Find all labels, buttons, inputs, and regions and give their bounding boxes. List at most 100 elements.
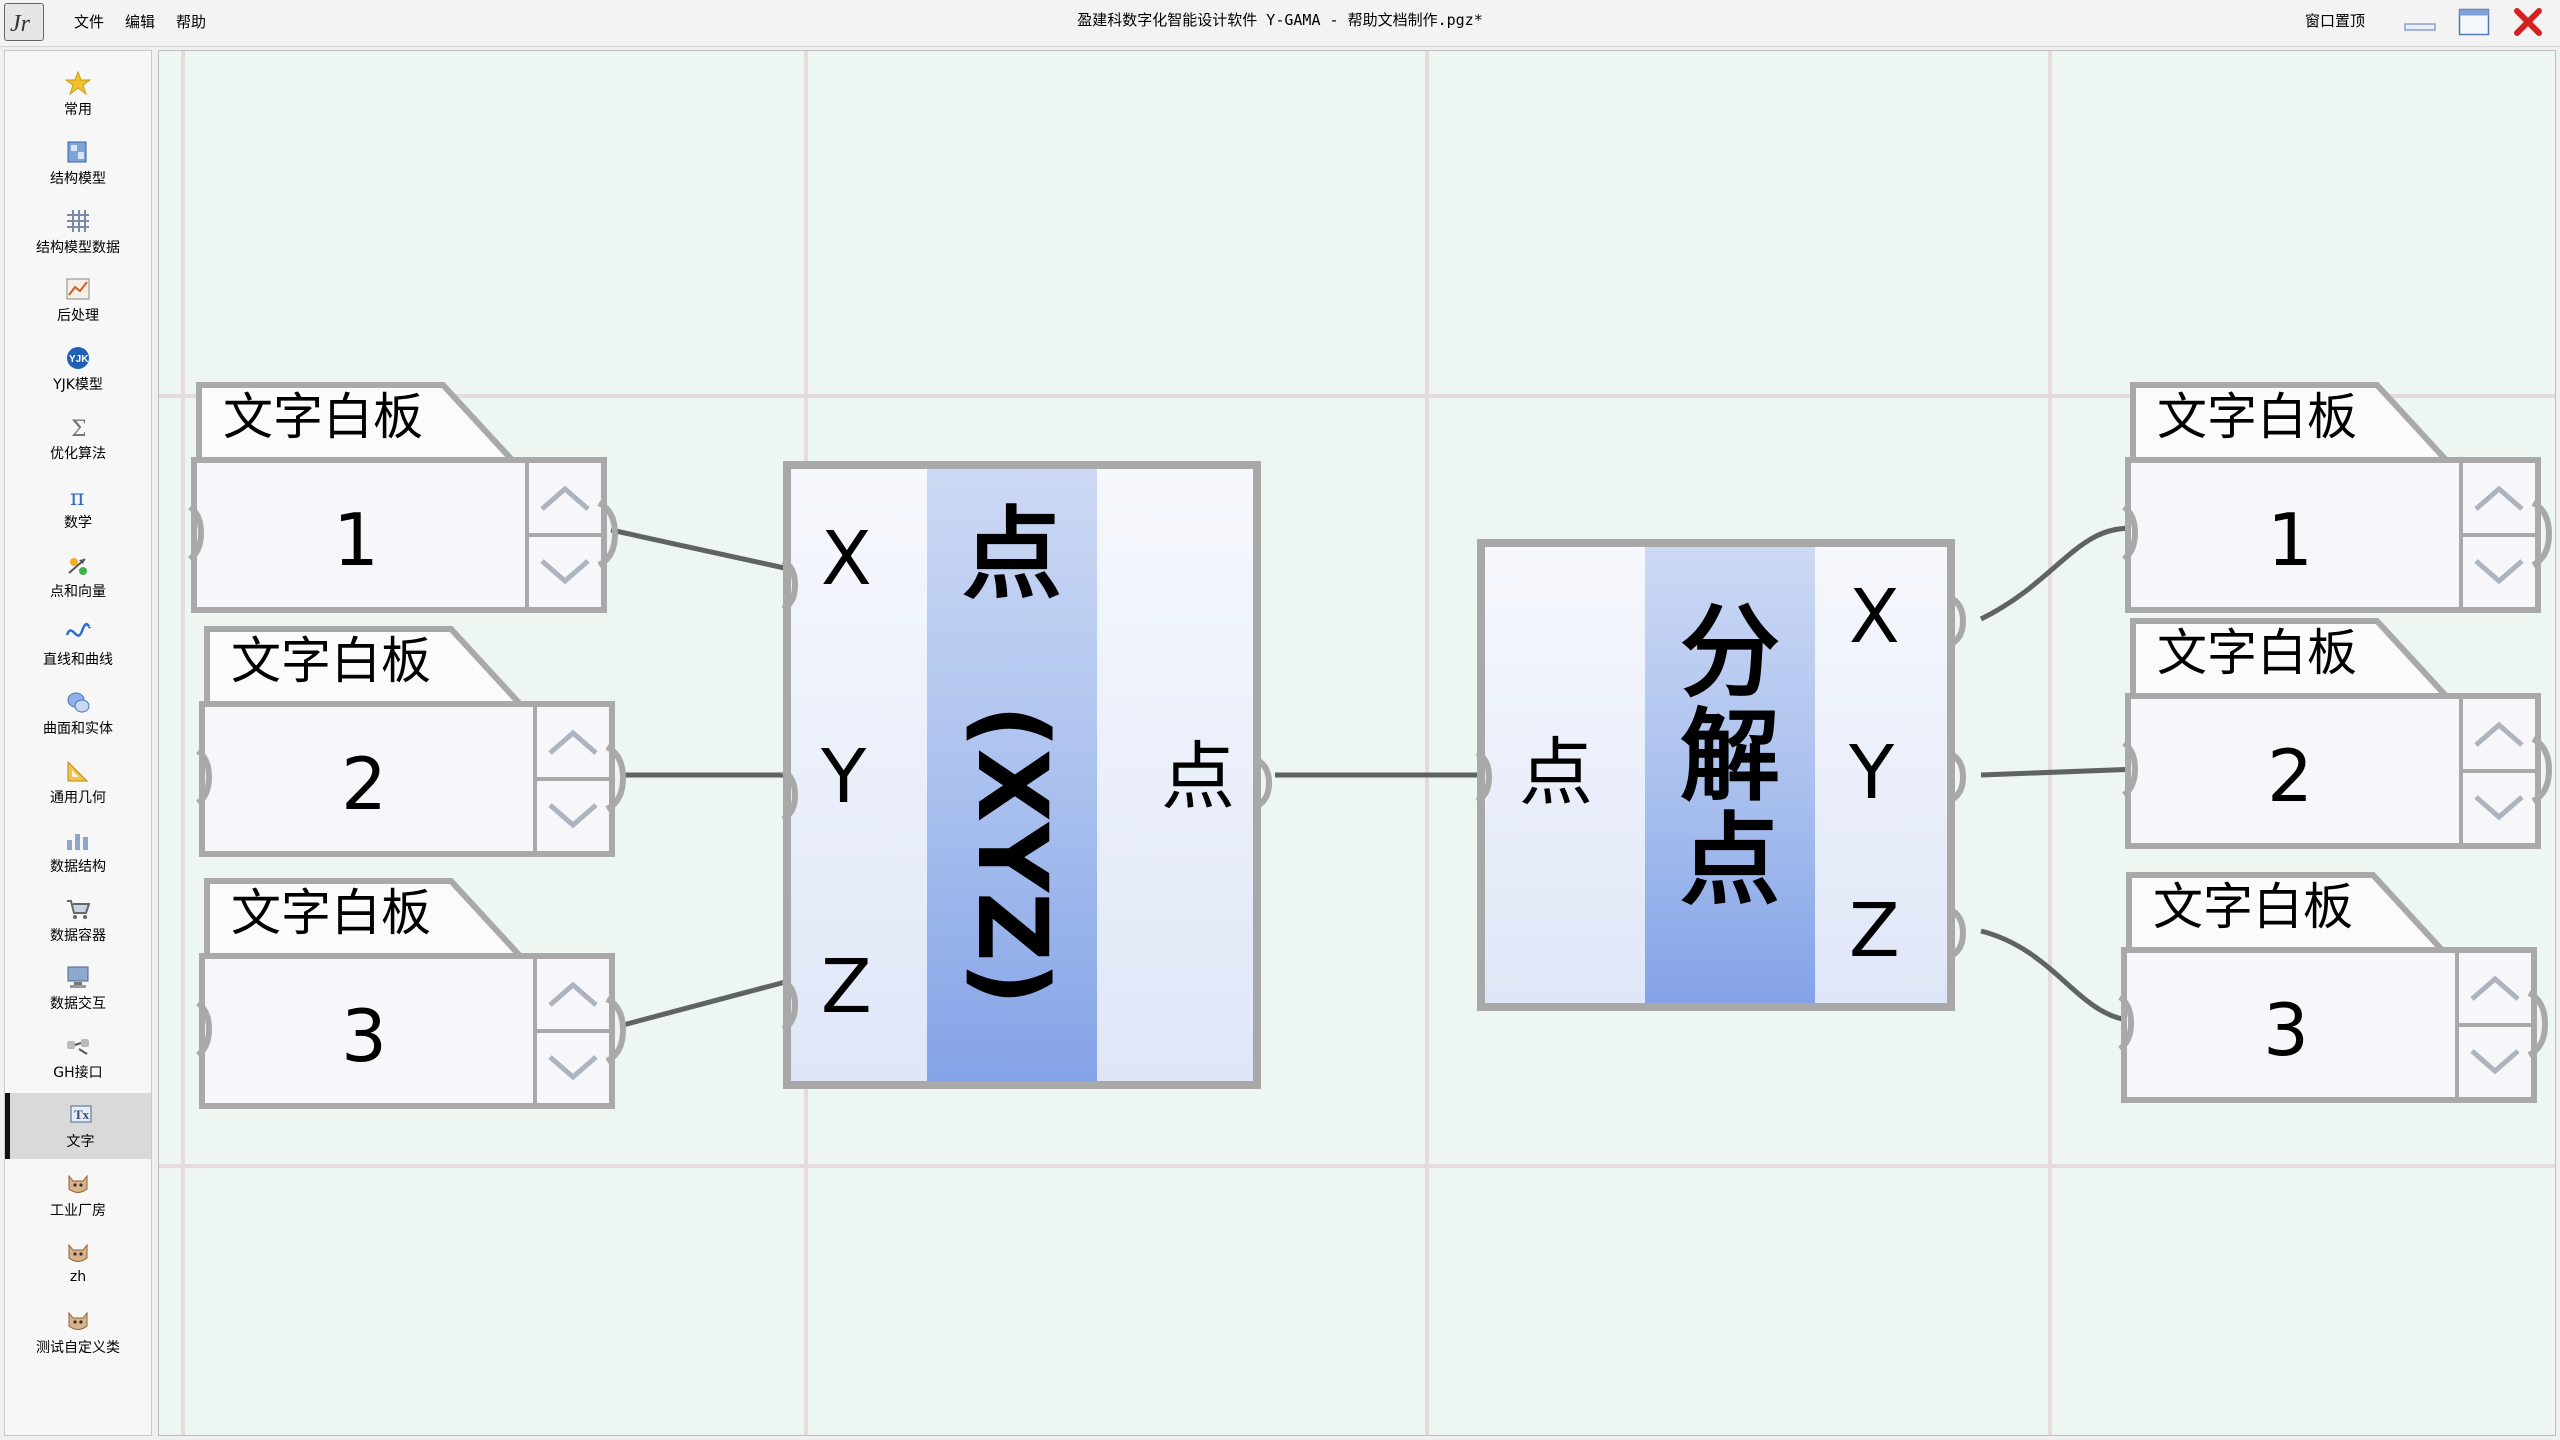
panel-side-hook[interactable] (2525, 989, 2551, 1059)
node-canvas[interactable]: 文字白板 1 文字白板 2 文字白板 3 文字白板 1 文字白板 2 文字白板 3 X Y Z 点 … (158, 50, 2556, 1436)
input-hook-z[interactable] (779, 977, 801, 1033)
menu-file[interactable]: 文件 (74, 11, 104, 32)
sidebar-item[interactable]: Tx 文字 (5, 1093, 151, 1159)
panel-value[interactable]: 2 (2131, 711, 2449, 841)
panel-side-hook[interactable] (2529, 499, 2555, 569)
sidebar-item[interactable]: 直线和曲线 (5, 611, 151, 677)
output-hook-x[interactable] (1945, 593, 1971, 649)
sidebar-item[interactable]: 结构模型 (5, 130, 151, 196)
sidebar-item-label: 结构模型数据 (36, 239, 120, 256)
sidebar-item[interactable]: 常用 (5, 61, 151, 127)
spin-down-button[interactable] (2463, 535, 2535, 605)
panel-input-hook[interactable] (2121, 503, 2141, 563)
spin-up-button[interactable] (2463, 463, 2535, 537)
sidebar-item[interactable]: 点和向量 (5, 543, 151, 609)
output-hook-y[interactable] (1945, 749, 1971, 805)
wire-x-input[interactable] (610, 527, 790, 572)
sidebar-item[interactable]: zh (5, 1231, 151, 1297)
sidebar-item[interactable]: 数据交互 (5, 955, 151, 1021)
minimize-button[interactable] (2404, 8, 2436, 36)
sidebar-item[interactable]: YJK YJK模型 (5, 336, 151, 402)
wire-z-output[interactable] (1980, 928, 2140, 1024)
panel-value[interactable]: 1 (2131, 475, 2449, 605)
panel-output-hook[interactable] (603, 743, 629, 813)
spin-up-button[interactable] (537, 707, 609, 781)
wire-x-output[interactable] (1979, 525, 2140, 622)
panel-value[interactable]: 1 (197, 475, 515, 605)
wire-y-output[interactable] (1980, 766, 2140, 778)
panel-input-hook[interactable] (195, 999, 215, 1059)
sidebar-item[interactable]: 曲面和实体 (5, 680, 151, 746)
sidebar-item[interactable]: π 数学 (5, 474, 151, 540)
sidebar-item[interactable]: 通用几何 (5, 749, 151, 815)
input-hook-y[interactable] (779, 767, 801, 823)
panel-value[interactable]: 2 (205, 719, 523, 849)
input-port-point[interactable]: 点 (1519, 733, 1593, 813)
wire-z-input[interactable] (622, 978, 790, 1028)
panel-side-hook[interactable] (2529, 735, 2555, 805)
spin-up-button[interactable] (529, 463, 601, 537)
output-hook-point[interactable] (1251, 755, 1277, 811)
sidebar-item[interactable]: GH接口 (5, 1024, 151, 1090)
panel-value[interactable]: 3 (2127, 965, 2445, 1095)
spin-down-button[interactable] (2459, 1025, 2531, 1095)
input-port-z[interactable]: Z (821, 947, 872, 1027)
sidebar-item[interactable]: 数据容器 (5, 887, 151, 953)
panel-input-hook[interactable] (187, 503, 207, 563)
sidebar-item[interactable]: 测试自定义类 (5, 1299, 151, 1365)
spin-down-button[interactable] (529, 535, 601, 605)
input-port-x[interactable]: X (821, 519, 872, 599)
output-port-x[interactable]: X (1849, 577, 1900, 657)
panel-input-hook[interactable] (2121, 739, 2141, 799)
value-spinner[interactable] (2459, 699, 2535, 843)
text-panel[interactable]: 文字白板 1 (188, 381, 621, 621)
star-icon (65, 71, 91, 95)
menu-edit[interactable]: 编辑 (125, 11, 155, 32)
app-logo[interactable]: Jr (4, 3, 44, 41)
text-panel[interactable]: 文字白板 3 (2118, 871, 2551, 1111)
spin-up-button[interactable] (2463, 699, 2535, 773)
sidebar-item[interactable]: 结构模型数据 (5, 199, 151, 265)
spin-up-button[interactable] (2459, 953, 2531, 1027)
text-panel[interactable]: 文字白板 1 (2122, 381, 2555, 621)
panel-output-hook[interactable] (595, 499, 621, 569)
input-port-y[interactable]: Y (821, 737, 866, 817)
window-topmost-button[interactable]: 窗口置顶 (2305, 10, 2365, 31)
text-panel[interactable]: 文字白板 3 (196, 877, 629, 1117)
text-panel[interactable]: 文字白板 2 (2122, 617, 2555, 857)
maximize-button[interactable] (2458, 8, 2490, 36)
value-spinner[interactable] (525, 463, 601, 607)
panel-value[interactable]: 3 (205, 971, 523, 1101)
sidebar-item[interactable]: 后处理 (5, 267, 151, 333)
sidebar-item[interactable]: 工业厂房 (5, 1162, 151, 1228)
spin-down-button[interactable] (537, 779, 609, 849)
text-panel[interactable]: 文字白板 2 (196, 625, 629, 865)
spin-down-button[interactable] (537, 1031, 609, 1101)
panel-output-hook[interactable] (603, 995, 629, 1065)
sidebar-item[interactable]: 数据结构 (5, 818, 151, 884)
value-spinner[interactable] (533, 959, 609, 1103)
spin-up-button[interactable] (537, 959, 609, 1033)
input-hook-x[interactable] (779, 557, 801, 613)
output-hook-z[interactable] (1945, 905, 1971, 961)
value-spinner[interactable] (2459, 463, 2535, 607)
svg-text:Tx: Tx (74, 1107, 90, 1122)
menu-help[interactable]: 帮助 (176, 11, 206, 32)
spin-down-button[interactable] (2463, 771, 2535, 841)
panel-input-hook[interactable] (2117, 993, 2137, 1053)
grid-data-icon (65, 209, 91, 233)
sidebar-item[interactable]: Σ 优化算法 (5, 405, 151, 471)
value-spinner[interactable] (533, 707, 609, 851)
svg-text:Jr: Jr (10, 11, 31, 37)
deconstruct-point-node[interactable]: 点 分 解 点 X Y Z (1475, 539, 1967, 1011)
sidebar-item-label: 优化算法 (50, 446, 106, 462)
output-port-z[interactable]: Z (1849, 891, 1900, 971)
value-spinner[interactable] (2455, 953, 2531, 1097)
output-port-y[interactable]: Y (1849, 733, 1894, 813)
output-port-point[interactable]: 点 (1161, 737, 1235, 817)
construct-point-node[interactable]: X Y Z 点 (XYZ) 点 (781, 461, 1273, 1089)
input-hook-point[interactable] (1473, 749, 1495, 805)
close-button[interactable] (2512, 8, 2544, 36)
panel-input-hook[interactable] (195, 747, 215, 807)
sidebar-item-label: 工业厂房 (50, 1202, 106, 1219)
